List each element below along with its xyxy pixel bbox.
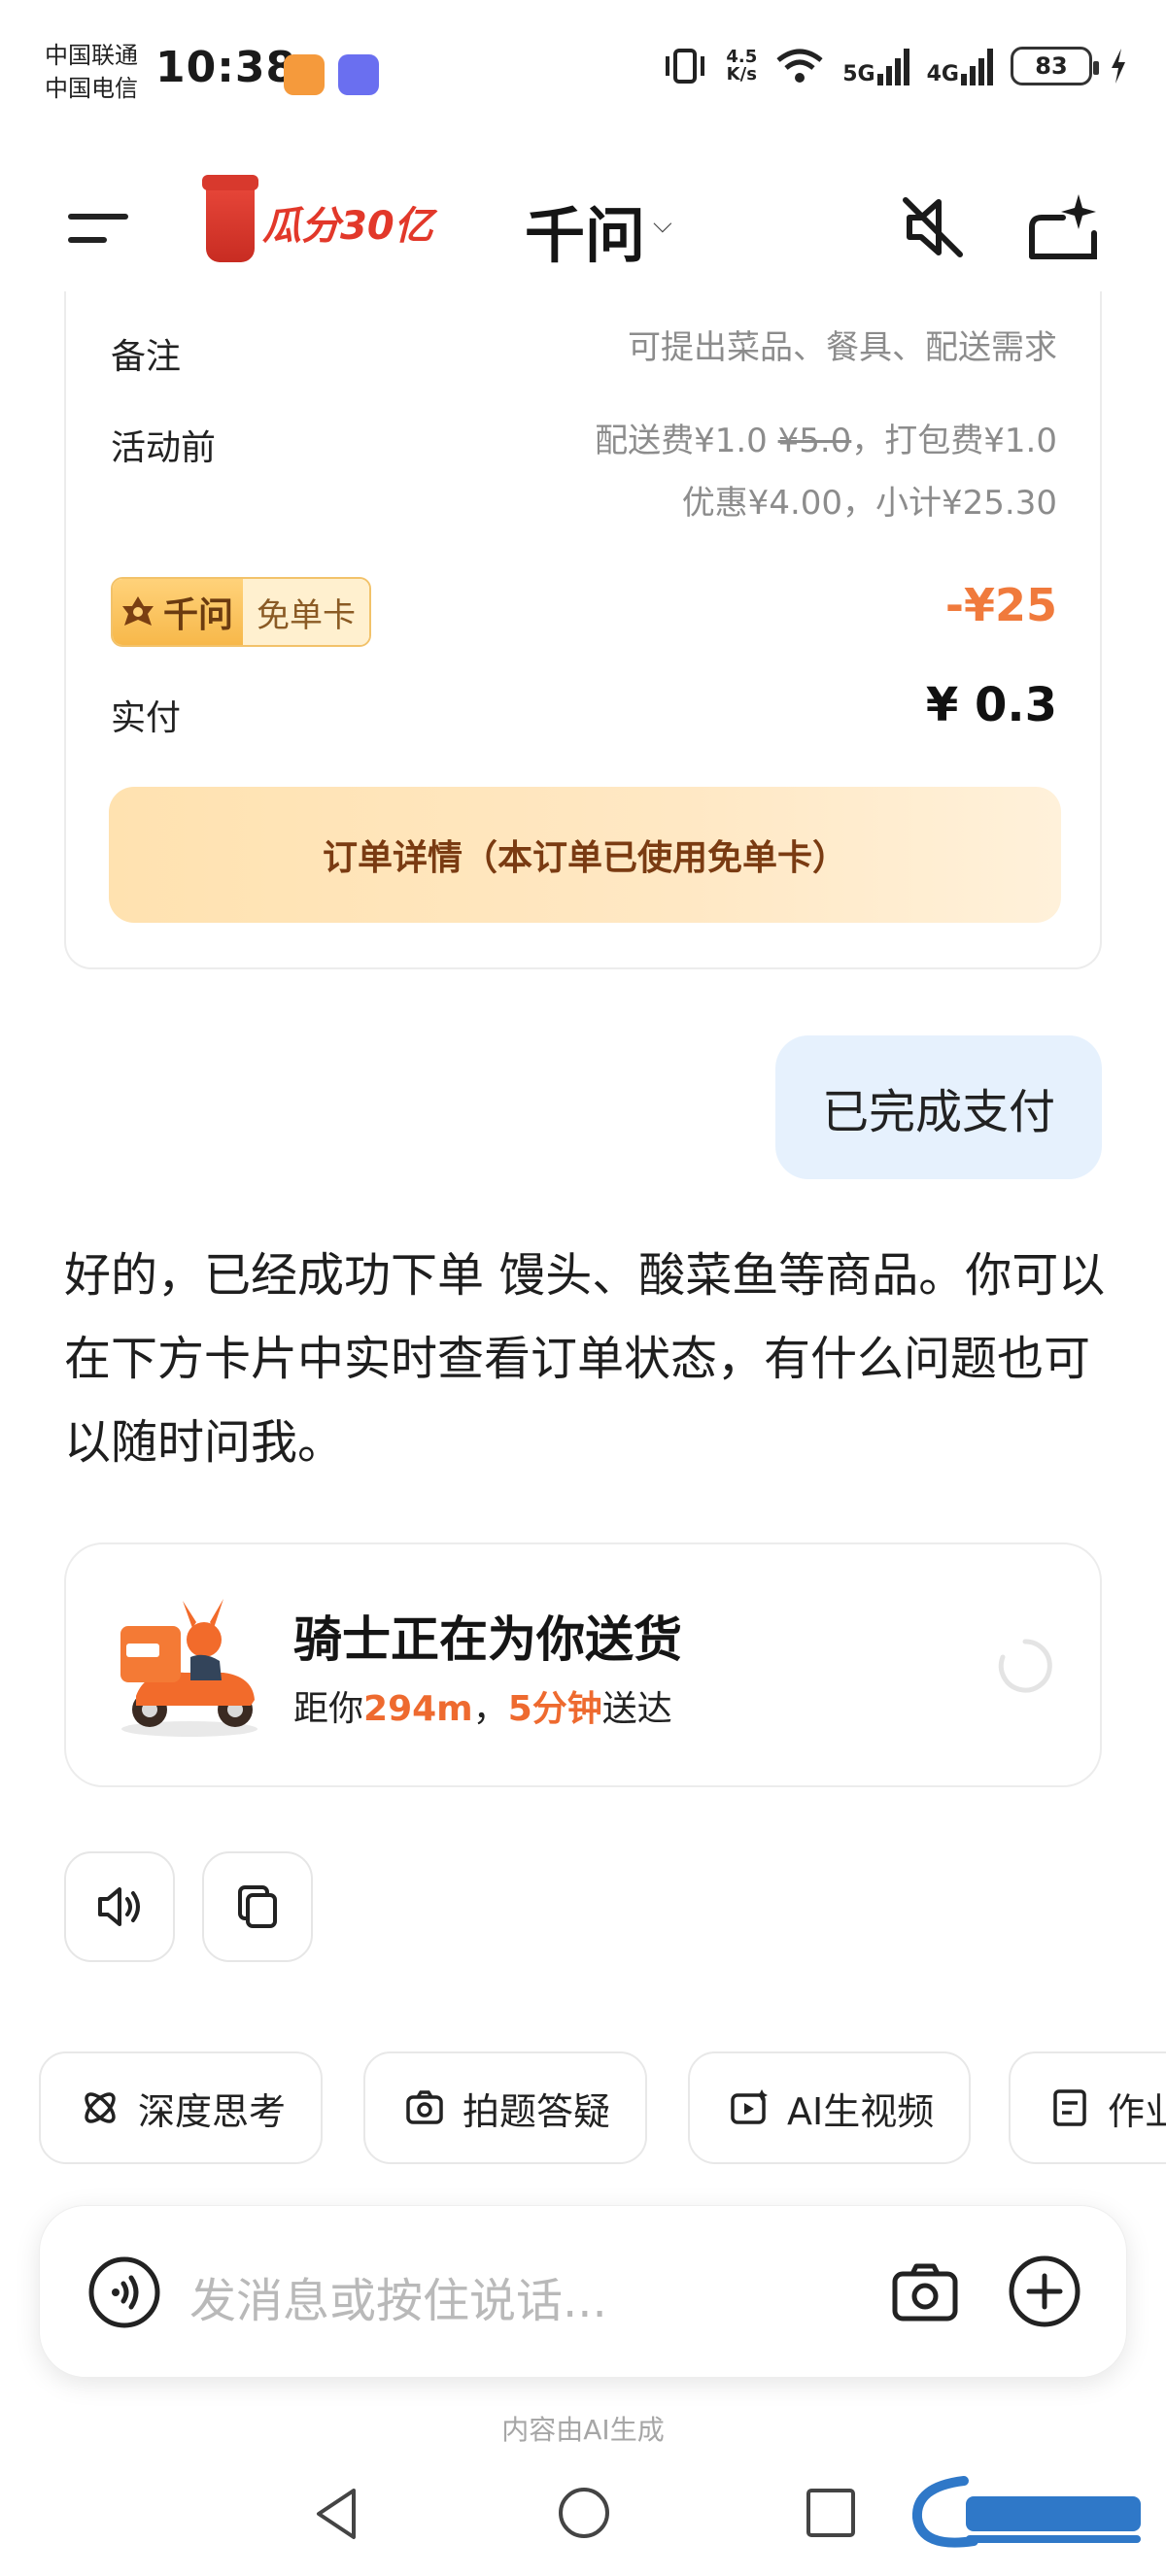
- add-icon[interactable]: [1006, 2253, 1083, 2330]
- chip-photo-question[interactable]: 拍题答疑: [363, 2051, 648, 2164]
- promo-text: 瓜分30亿: [262, 204, 433, 249]
- order-summary-card: 备注 可提出菜品、餐具、配送需求 活动前 配送费¥1.0 ¥5.0，打包费¥1.…: [64, 291, 1102, 969]
- fee-line-1: 配送费¥1.0 ¥5.0，打包费¥1.0: [595, 422, 1057, 460]
- message-input[interactable]: 发消息或按住说话...: [189, 2262, 607, 2330]
- promo-banner[interactable]: 瓜分30亿: [202, 175, 433, 262]
- net-speed-unit: K/s: [726, 64, 757, 85]
- status-bar: 中国联通 中国电信 10:38 4.5 K/s 5G 4G 83: [0, 0, 1166, 146]
- user-message-bubble[interactable]: 已完成支付: [774, 1035, 1102, 1179]
- order-detail-button[interactable]: 订单详情（本订单已使用免单卡）: [109, 787, 1061, 923]
- app-header: 瓜分30亿 千问 ⌵: [0, 146, 1166, 311]
- message-input-bar[interactable]: 发消息或按住说话...: [39, 2205, 1127, 2378]
- signal-5g: 5G: [842, 47, 909, 85]
- read-aloud-button[interactable]: [64, 1851, 175, 1962]
- status-icons: 4.5 K/s 5G 4G 83: [662, 47, 1127, 85]
- network-1-label: 5G: [842, 62, 875, 86]
- camera-icon[interactable]: [887, 2254, 963, 2330]
- chip-label: 深度思考: [138, 2089, 287, 2133]
- delivery-status-card[interactable]: 骑士正在为你送货 距你294m，5分钟送达: [64, 1542, 1102, 1787]
- before-activity-label: 活动前: [111, 428, 217, 468]
- chip-label: 作业: [1108, 2089, 1166, 2133]
- photo-question-icon: [406, 2090, 443, 2124]
- delivery-eta: 距你294m，5分钟送达: [293, 1689, 672, 1729]
- original-fee: ¥5.0: [777, 422, 852, 460]
- qianwen-logo: 千问: [113, 579, 244, 645]
- battery-level: 83: [1035, 52, 1068, 80]
- copy-icon: [238, 1885, 277, 1928]
- battery-indicator: 83: [1011, 47, 1099, 85]
- deep-think-icon: [85, 2092, 116, 2123]
- network-2-label: 4G: [926, 62, 959, 86]
- delivery-rider-icon: [120, 1599, 257, 1737]
- carrier-2: 中国电信: [45, 75, 138, 102]
- copy-button[interactable]: [202, 1851, 313, 1962]
- signal-bars-icon: [876, 47, 909, 85]
- ai-video-icon: [731, 2089, 768, 2124]
- paid-label: 实付: [111, 698, 182, 738]
- chip-deep-think[interactable]: 深度思考: [39, 2051, 324, 2164]
- free-order-card-tag: 千问 免单卡: [111, 577, 372, 647]
- chevron-down-icon[interactable]: ⌵: [653, 210, 672, 240]
- ai-generated-note: 内容由AI生成: [501, 2414, 665, 2446]
- carrier-1: 中国联通: [45, 42, 138, 69]
- nav-back-icon[interactable]: [309, 2485, 367, 2543]
- chip-label: AI生视频: [787, 2089, 935, 2133]
- paid-value: ¥ 0.3: [925, 678, 1057, 732]
- free-card-discount: -¥25: [944, 579, 1057, 631]
- delivery-title: 骑士正在为你送货: [293, 1611, 682, 1668]
- delivery-time: 5分钟: [507, 1689, 602, 1729]
- chip-ai-video[interactable]: AI生视频: [688, 2051, 972, 2164]
- nav-home-icon[interactable]: [556, 2485, 612, 2541]
- menu-icon[interactable]: [68, 206, 132, 251]
- charging-icon: [1112, 49, 1125, 84]
- heart-app-icon: [284, 54, 325, 95]
- vibrate-icon: [666, 49, 705, 84]
- signal-4g: 4G: [927, 47, 993, 85]
- status-time: 10:38: [155, 43, 297, 92]
- network-speed: 4.5 K/s: [726, 49, 757, 84]
- homework-icon: [1053, 2089, 1086, 2126]
- remark-value[interactable]: 可提出菜品、餐具、配送需求: [628, 317, 1057, 379]
- before-activity-value: 配送费¥1.0 ¥5.0，打包费¥1.0 优惠¥4.00，小计¥25.30: [595, 410, 1057, 534]
- coffee-cup-icon: [202, 175, 258, 262]
- delivery-distance: 294m: [363, 1689, 473, 1729]
- voice-input-icon[interactable]: [86, 2254, 162, 2330]
- ai-message-text: 好的，已经成功下单 馒头、酸菜鱼等商品。你可以在下方卡片中实时查看订单状态，有什…: [64, 1248, 1106, 1470]
- watermark-logo: [911, 2476, 1141, 2548]
- chip-homework[interactable]: 作业: [1009, 2051, 1166, 2164]
- chip-label: 拍题答疑: [463, 2089, 611, 2133]
- speaker-mute-icon[interactable]: [896, 190, 970, 264]
- carrier-info: 中国联通 中国电信: [45, 39, 138, 105]
- remark-label: 备注: [111, 337, 182, 377]
- qianwen-flower-icon: [122, 596, 154, 626]
- signal-bars-icon: [961, 47, 993, 85]
- wifi-icon: [776, 49, 823, 83]
- nav-recent-apps-icon[interactable]: [805, 2487, 857, 2539]
- qianwen-logo-text: 千问: [163, 595, 234, 635]
- new-chat-sparkle-icon[interactable]: [1024, 188, 1102, 266]
- quick-action-chips: 深度思考 拍题答疑 AI生视频 作业: [39, 2051, 1166, 2166]
- app-title[interactable]: 千问: [525, 186, 645, 274]
- fee-line-2: 优惠¥4.00，小计¥25.30: [681, 484, 1057, 523]
- free-card-text: 免单卡: [243, 579, 370, 645]
- speaker-icon: [98, 1887, 140, 1926]
- loading-spinner-icon: [998, 1639, 1052, 1693]
- shield-app-icon: [338, 54, 379, 95]
